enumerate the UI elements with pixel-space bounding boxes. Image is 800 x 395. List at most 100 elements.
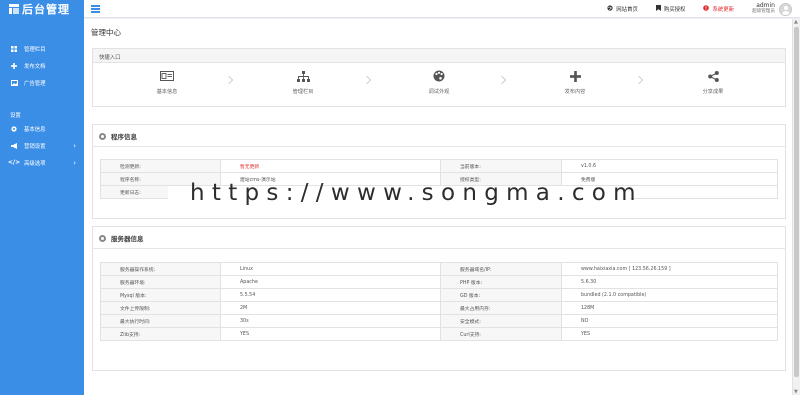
table-cell: YES [220, 327, 441, 341]
menu-toggle-icon[interactable] [91, 5, 100, 13]
scroll-down-icon[interactable]: ▼ [794, 389, 798, 395]
quick-entry-row: 基本信息 管理栏目 调试外观 发布内容 分享成果 [93, 63, 785, 107]
quick-item-label: 基本信息 [156, 89, 178, 95]
top-link-label: 网站首页 [616, 7, 638, 13]
sidebar-item-advanced[interactable]: </> 高级选项 › [0, 154, 84, 171]
table-cell: PHP 版本: [440, 275, 562, 289]
table-cell: Curl支持: [440, 327, 562, 341]
scrollbar[interactable]: ▲ ▼ [792, 19, 800, 395]
top-links: 网站首页 购买授权 系统更新 admin 超级管理员 [607, 0, 800, 18]
sidebar-group-settings: 设置 [10, 113, 21, 119]
globe-icon [607, 5, 613, 13]
quick-item-label: 分享成果 [702, 89, 724, 95]
quick-item-label: 调试外观 [428, 89, 450, 95]
divider [92, 248, 786, 249]
table-row: 文件上传限制: 2M 最大占用内存: 128M [100, 301, 778, 315]
quick-publish-content[interactable]: 发布内容 [535, 70, 615, 95]
table-cell: Zlib支持: [100, 327, 221, 341]
user-info: admin 超级管理员 [752, 2, 775, 16]
table-cell: NO [561, 314, 778, 328]
page-title: 管理中心 [91, 28, 121, 37]
table-cell: 5.5.54 [220, 288, 441, 302]
alert-icon [703, 5, 710, 13]
sidebar-nav: 管理栏目 发布文档 广告管理 设置 基本信息 营销设置 › </> 高级选项 › [0, 40, 84, 171]
logo[interactable]: 后台管理 [0, 0, 84, 18]
logo-text: 后台管理 [22, 3, 70, 16]
table-row: 服务器操作系统: Linux 服务器域名/IP: www.haixiaxia.c… [100, 262, 778, 276]
sitemap-icon [263, 70, 343, 82]
table-cell: 文件上传限制: [100, 301, 221, 315]
sidebar-item-label: 广告管理 [24, 80, 46, 87]
quick-manage-columns[interactable]: 管理栏目 [263, 70, 343, 95]
system-update-link[interactable]: 系统更新 [703, 5, 734, 13]
share-icon [673, 70, 753, 82]
user-menu[interactable]: admin 超级管理员 [752, 2, 792, 16]
scroll-up-icon[interactable]: ▲ [794, 19, 798, 25]
scrollbar-thumb[interactable] [794, 27, 799, 377]
table-cell: 安全模式: [440, 314, 562, 328]
top-link-label: 系统更新 [712, 7, 735, 13]
plus-icon [10, 62, 18, 69]
code-icon: </> [7, 159, 21, 166]
divider [92, 146, 786, 147]
table-cell: www.haixiaxia.com [ 123.56.26.159 ] [561, 262, 778, 276]
top-link-label: 购买授权 [663, 7, 686, 13]
section-title-text: 服务器信息 [111, 235, 144, 243]
table-cell: Linux [220, 262, 441, 276]
table-row: 检测更新: 暂无更新 当前版本: v1.0.6 [100, 159, 778, 173]
table-cell: 2M [220, 301, 441, 315]
table-cell: 服务器操作系统: [100, 262, 221, 276]
update-status[interactable]: 暂无更新 [220, 159, 441, 173]
table-cell: 最大占用内存: [440, 301, 562, 315]
sidebar-item-label: 管理栏目 [24, 46, 46, 53]
quick-entry-title: 快捷入口 [93, 49, 785, 63]
table-cell: Mysql 版本: [100, 288, 221, 302]
table-cell: 128M [561, 301, 778, 315]
quick-share-results[interactable]: 分享成果 [673, 70, 753, 95]
buy-license-link[interactable]: 购买授权 [655, 5, 686, 13]
sidebar-item-manage-columns[interactable]: 管理栏目 [0, 40, 84, 57]
sidebar-item-label: 基本信息 [24, 126, 46, 133]
program-info-title: 程序信息 [99, 131, 137, 141]
server-info-table: 服务器操作系统: Linux 服务器域名/IP: www.haixiaxia.c… [100, 262, 778, 341]
logo-icon [9, 4, 19, 14]
table-cell: 检测更新: [100, 159, 221, 173]
user-role: 超级管理员 [752, 9, 775, 14]
sidebar-item-marketing[interactable]: 营销设置 › [0, 137, 84, 154]
quick-basic-info[interactable]: 基本信息 [127, 70, 207, 95]
bookmark-icon [655, 5, 661, 13]
quick-entry-panel: 快捷入口 基本信息 管理栏目 调试外观 发布内容 分享成果 [92, 48, 786, 107]
table-row: 服务器环境: Apache PHP 版本: 5.6.30 [100, 275, 778, 289]
sidebar-item-ads[interactable]: 广告管理 [0, 74, 84, 91]
table-cell: Apache [220, 275, 441, 289]
avatar[interactable] [779, 2, 792, 16]
quick-item-label: 发布内容 [564, 89, 586, 95]
gear-icon [99, 234, 106, 242]
sidebar-item-label: 营销设置 [24, 143, 46, 150]
table-cell: 5.6.30 [561, 275, 778, 289]
chevron-right-icon: › [73, 141, 76, 150]
palette-icon [399, 70, 479, 82]
table-cell: bundled (2.1.0 compatible) [561, 288, 778, 302]
table-row: Mysql 版本: 5.5.54 GD 版本: bundled (2.1.0 c… [100, 288, 778, 302]
table-cell: 服务器域名/IP: [440, 262, 562, 276]
sidebar-item-label: 高级选项 [24, 160, 46, 167]
sidebar-item-publish-doc[interactable]: 发布文档 [0, 57, 84, 74]
plus-icon [535, 70, 615, 82]
sidebar: 后台管理 管理栏目 发布文档 广告管理 设置 基本信息 营销设置 › </> 高… [0, 0, 84, 395]
chevron-right-icon: › [73, 158, 76, 167]
topbar: 网站首页 购买授权 系统更新 admin 超级管理员 [84, 0, 800, 18]
table-cell: v1.0.6 [561, 159, 778, 173]
gear-icon [99, 132, 106, 140]
sidebar-item-label: 发布文档 [24, 63, 46, 70]
quick-debug-appearance[interactable]: 调试外观 [399, 70, 479, 95]
table-cell: YES [561, 327, 778, 341]
site-home-link[interactable]: 网站首页 [607, 5, 638, 13]
sidebar-item-basic-info[interactable]: 基本信息 [0, 120, 84, 137]
image-icon [10, 79, 18, 86]
watermark: https://www.songma.com [190, 180, 643, 206]
table-cell: 30s [220, 314, 441, 328]
table-row: Zlib支持: YES Curl支持: YES [100, 327, 778, 341]
table-cell: 服务器环境: [100, 275, 221, 289]
table-cell: 当前版本: [440, 159, 562, 173]
